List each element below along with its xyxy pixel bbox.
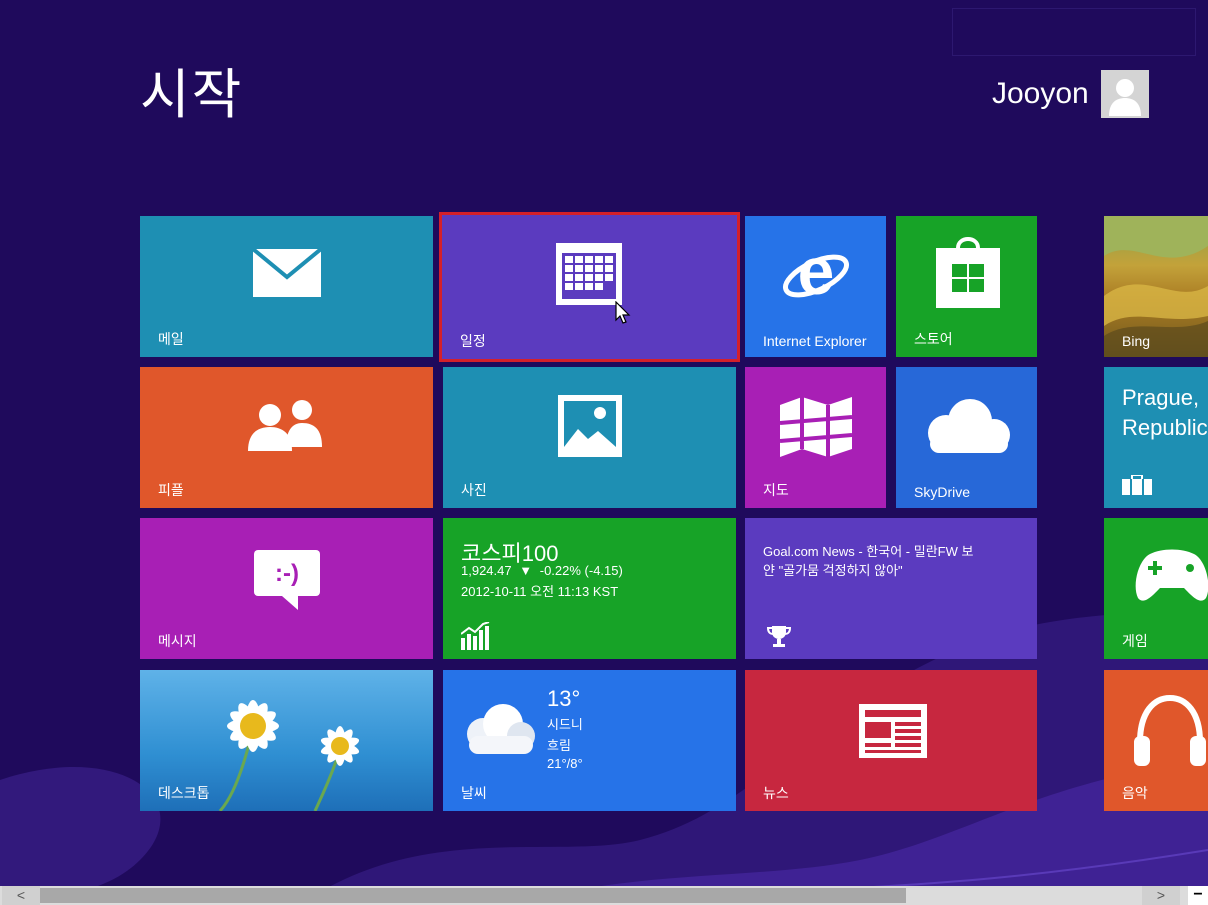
mouse-cursor-icon (615, 301, 631, 324)
tile-label: 데스크톱 (158, 785, 210, 801)
tile-games[interactable]: 게임 (1104, 518, 1208, 659)
zoom-out-button[interactable]: − (1188, 886, 1208, 905)
top-right-box (952, 8, 1196, 56)
tile-people[interactable]: 피플 (140, 367, 433, 508)
trophy-icon (767, 626, 791, 647)
tile-label: 게임 (1122, 633, 1148, 649)
tile-label: 피플 (158, 482, 184, 498)
tile-sports[interactable]: Goal.com News - 한국어 - 밀란FW 보 얀 "골가뭄 걱정하지… (745, 518, 1037, 659)
cloud-icon (928, 399, 1010, 453)
weather-condition: 흐림 (547, 738, 571, 753)
tile-calendar[interactable]: 일정 (439, 212, 740, 362)
tile-label: Internet Explorer (763, 333, 867, 349)
svg-text::-): :-) (275, 560, 299, 587)
tile-label: SkyDrive (914, 484, 971, 500)
mail-icon (253, 249, 321, 297)
scroll-thumb[interactable] (40, 888, 906, 903)
tile-internet-explorer[interactable]: e Internet Explorer (745, 216, 886, 357)
maps-icon (780, 397, 852, 457)
tile-label: 날씨 (461, 785, 487, 801)
tile-store[interactable]: 스토어 (896, 216, 1037, 357)
tile-desktop[interactable]: 데스크톱 (140, 670, 433, 811)
tile-maps[interactable]: 지도 (745, 367, 886, 508)
tile-label: Bing (1122, 333, 1151, 349)
tile-label: 뉴스 (763, 785, 789, 801)
tile-label: 음악 (1122, 785, 1148, 801)
ie-icon: e (783, 238, 849, 308)
tile-photos[interactable]: 사진 (443, 367, 736, 508)
store-icon (936, 237, 1000, 308)
tile-label: 스토어 (914, 331, 953, 347)
scroll-right-button[interactable]: > (1142, 886, 1180, 905)
tile-label: 메일 (158, 331, 184, 347)
suitcase-icon (1122, 475, 1152, 495)
user-account[interactable]: Jooyon (992, 70, 1149, 118)
horizontal-scrollbar[interactable]: < > − (0, 886, 1208, 905)
tile-mail[interactable]: 메일 (140, 216, 433, 357)
user-name: Jooyon (992, 77, 1089, 110)
sports-headline-1: Goal.com News - 한국어 - 밀란FW 보 (763, 544, 974, 559)
finance-value: 1,924.47 (461, 563, 512, 578)
photo-icon (558, 395, 622, 457)
message-icon: :-) (254, 550, 320, 610)
people-icon (248, 400, 322, 451)
tile-label: 메시지 (158, 633, 197, 649)
weather-city: 시드니 (547, 717, 583, 732)
weather-range: 21°/8° (547, 756, 583, 771)
newspaper-icon (859, 704, 927, 758)
svg-text:e: e (798, 238, 835, 308)
landscape-image (1104, 216, 1208, 357)
calendar-icon (556, 243, 622, 305)
travel-line-2: Republic (1122, 415, 1208, 440)
weather-cloud-icon (467, 704, 535, 754)
down-arrow-icon: ▼ (519, 563, 533, 578)
tile-weather[interactable]: 13° 시드니 흐림 21°/8° 날씨 (443, 670, 736, 811)
tile-bing[interactable]: Bing (1104, 216, 1208, 357)
tile-travel[interactable]: Prague, Republic (1104, 367, 1208, 508)
tile-label: 지도 (763, 482, 789, 498)
avatar-icon (1100, 70, 1149, 118)
tile-music[interactable]: 음악 (1104, 670, 1208, 811)
travel-line-1: Prague, (1122, 385, 1200, 410)
tile-label: 일정 (460, 333, 486, 349)
page-title: 시작 (140, 65, 244, 125)
tile-skydrive[interactable]: SkyDrive (896, 367, 1037, 508)
tile-messaging[interactable]: :-) 메시지 (140, 518, 433, 659)
finance-timestamp: 2012-10-11 오전 11:13 KST (461, 584, 619, 599)
sports-headline-2: 얀 "골가뭄 걱정하지 않아" (763, 563, 903, 578)
tile-label: 사진 (461, 482, 487, 498)
tile-news[interactable]: 뉴스 (745, 670, 1037, 811)
weather-temp: 13° (547, 686, 581, 711)
tile-finance[interactable]: 코스피100 1,924.47 ▼ -0.22% (-4.15) 2012-10… (443, 518, 736, 659)
chart-icon (461, 622, 490, 650)
headphones-icon (1134, 694, 1206, 766)
gamepad-icon (1135, 549, 1208, 601)
scroll-left-button[interactable]: < (2, 886, 40, 905)
finance-change: -0.22% (-4.15) (539, 563, 623, 578)
